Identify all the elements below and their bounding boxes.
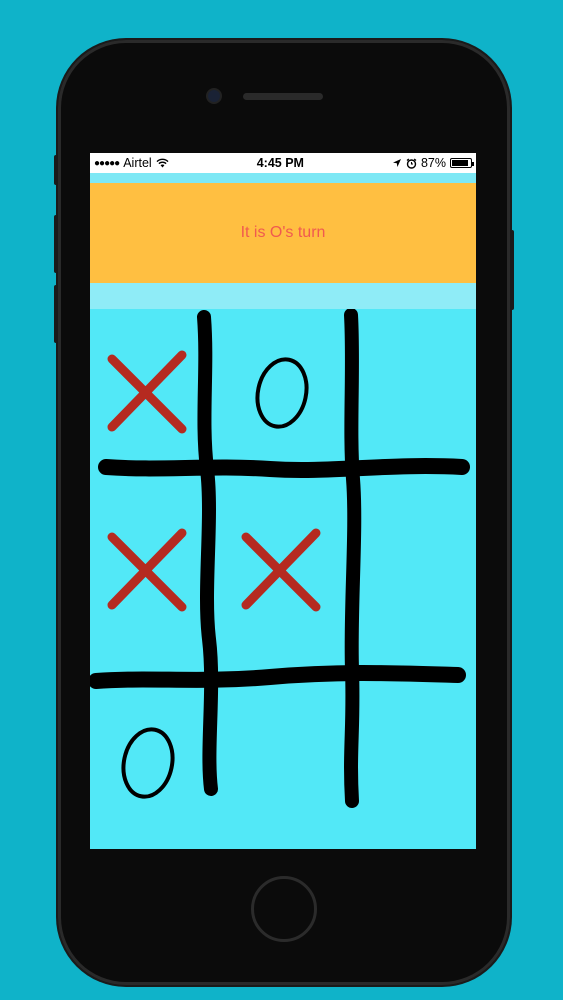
- carrier-name: Airtel: [123, 156, 152, 170]
- board-cell-6[interactable]: [90, 687, 210, 837]
- board-cell-3[interactable]: [90, 474, 210, 624]
- app-screen: ●●●●● Airtel 4:45 PM 87% It is O's turn: [90, 153, 476, 849]
- board-cell-2[interactable]: [358, 309, 476, 459]
- header-divider-band: [90, 283, 476, 309]
- grid-line-horizontal-top: [98, 458, 470, 478]
- header-spacer: [90, 173, 476, 183]
- battery-icon: [450, 158, 474, 168]
- board-cell-1[interactable]: [215, 309, 335, 459]
- signal-dots-icon: ●●●●●: [94, 157, 120, 169]
- status-bar: ●●●●● Airtel 4:45 PM 87%: [90, 153, 476, 173]
- earpiece-speaker: [243, 93, 323, 100]
- front-camera: [208, 90, 220, 102]
- board-cell-7[interactable]: [215, 687, 335, 837]
- home-button[interactable]: [251, 876, 317, 942]
- volume-up-button: [54, 215, 58, 273]
- turn-status-text: It is O's turn: [240, 224, 326, 241]
- status-time: 4:45 PM: [256, 156, 304, 170]
- battery-level-fill: [452, 160, 468, 166]
- turn-header: It is O's turn: [90, 183, 476, 283]
- board-cell-0[interactable]: [90, 309, 210, 459]
- alarm-clock-icon: [406, 158, 417, 169]
- power-button: [510, 230, 514, 310]
- battery-percent: 87%: [420, 156, 446, 170]
- mute-switch: [54, 155, 58, 185]
- board-cell-5[interactable]: [358, 474, 476, 624]
- phone-frame: ●●●●● Airtel 4:45 PM 87% It is O's turn: [54, 40, 514, 985]
- game-board: [90, 309, 476, 849]
- board-cell-8[interactable]: [358, 687, 476, 837]
- volume-down-button: [54, 285, 58, 343]
- location-arrow-icon: [392, 159, 401, 167]
- wifi-icon: [156, 158, 169, 168]
- grid-line-horizontal-bottom: [90, 665, 466, 689]
- board-cell-4[interactable]: [215, 474, 335, 624]
- grid-line-vertical-right: [344, 309, 362, 808]
